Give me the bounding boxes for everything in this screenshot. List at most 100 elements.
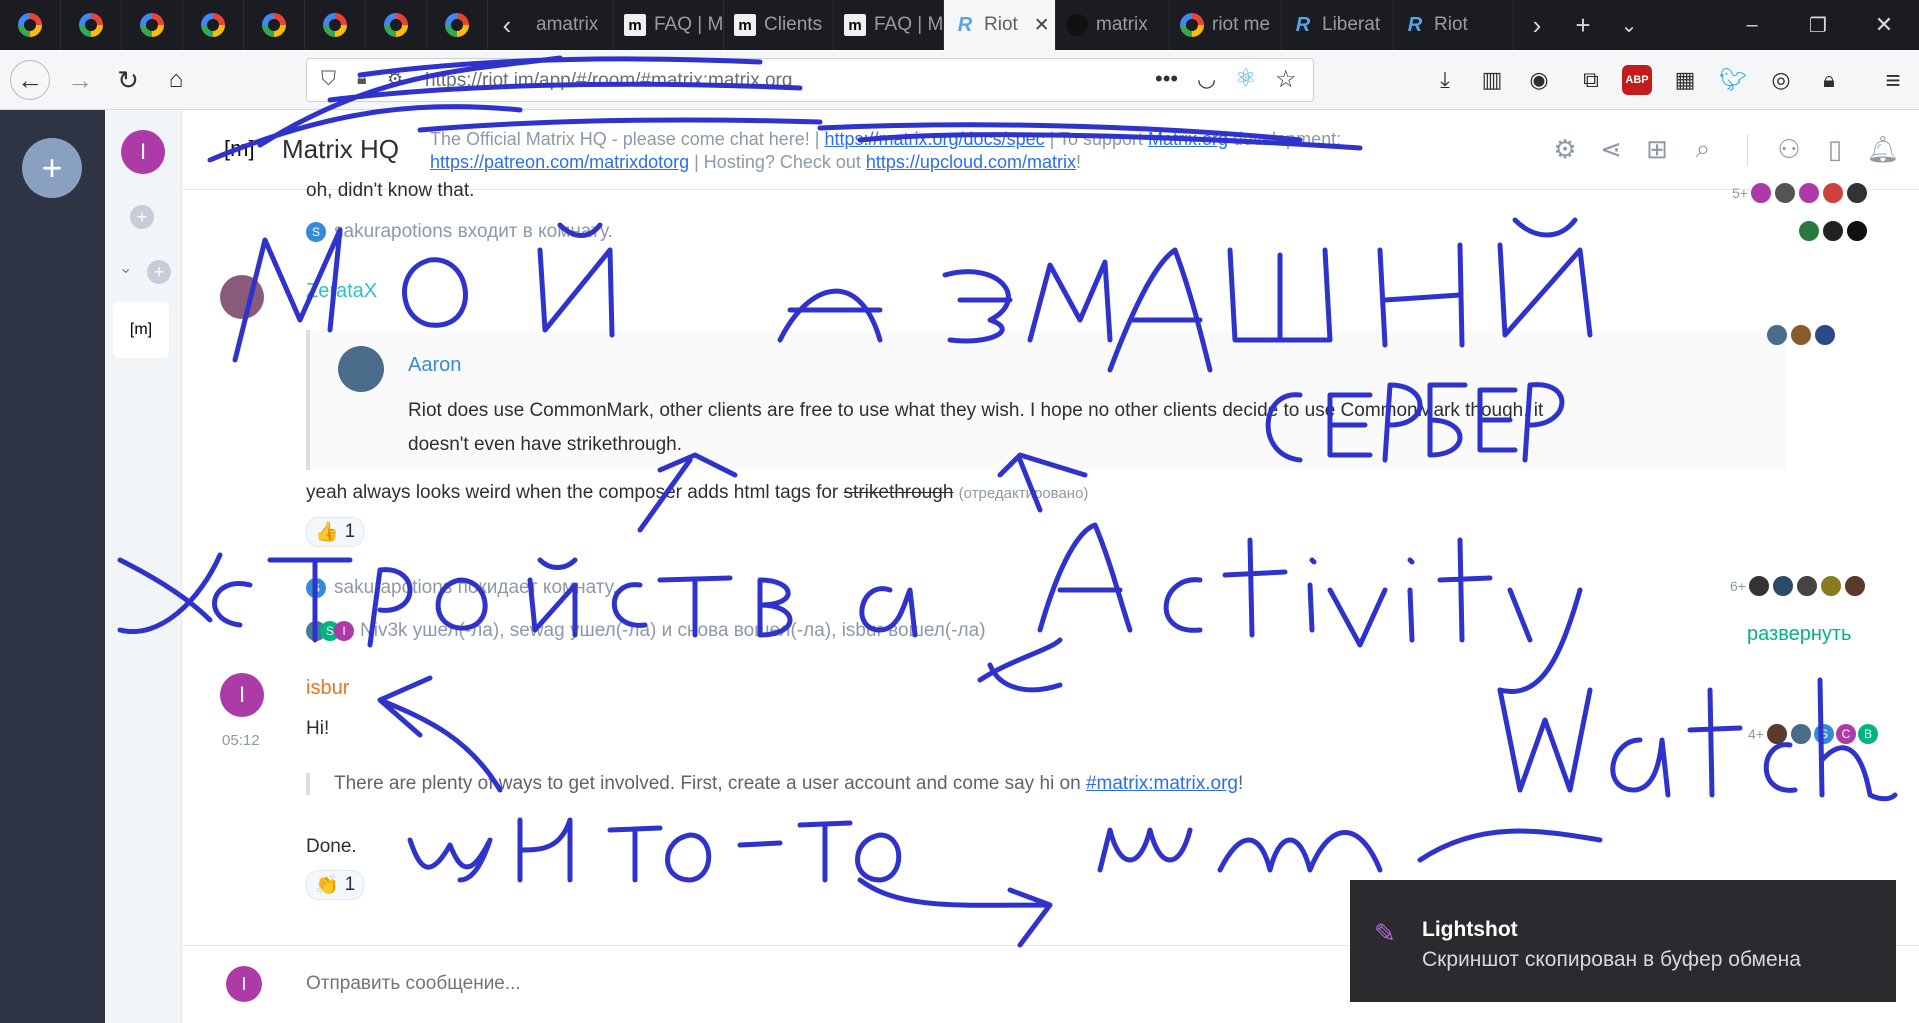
padlock-extension-icon[interactable]: 🔒︎ — [1814, 65, 1844, 95]
read-receipts[interactable]: 6+ — [1730, 575, 1866, 597]
tab-label: matrix — [1096, 14, 1148, 35]
zeratax-avatar[interactable] — [220, 275, 264, 319]
tab-faq-1[interactable]: m FAQ | M — [614, 0, 724, 50]
bookmark-star-icon[interactable]: ☆ — [1275, 65, 1297, 94]
add-icon[interactable]: + — [147, 260, 171, 284]
create-group-button[interactable]: + — [22, 138, 82, 198]
room-link[interactable]: #matrix:matrix.org — [1086, 773, 1238, 794]
tab-google-8[interactable] — [427, 0, 488, 50]
google-icon — [445, 13, 469, 37]
extension-icon[interactable]: ◎ — [1766, 65, 1796, 95]
tab-google-riot[interactable]: riot me — [1170, 0, 1282, 50]
composer-avatar: I — [226, 966, 262, 1002]
tab-google-6[interactable] — [305, 0, 366, 50]
tab-google-4[interactable] — [183, 0, 244, 50]
tab-google-3[interactable] — [122, 0, 183, 50]
tab-faq-2[interactable]: m FAQ | M — [834, 0, 944, 50]
tab-label: FAQ | M — [654, 14, 724, 35]
search-icon[interactable]: ⌕ — [1688, 133, 1718, 164]
notifications-bell-icon[interactable]: 🔔︎ — [1867, 134, 1900, 164]
minimize-button[interactable]: – — [1724, 0, 1780, 50]
topic-link-spec[interactable]: https://matrix.org/docs/spec — [825, 129, 1045, 149]
tabs-scroll-right-button[interactable]: › — [1514, 0, 1560, 50]
message-input[interactable] — [306, 966, 1306, 1002]
new-tab-button[interactable]: + — [1560, 0, 1606, 50]
address-bar[interactable]: ⛉ 🔒︎ ⚙ https://riot.im/app/#/room/#matri… — [306, 58, 1314, 102]
sender-name[interactable]: isbur — [306, 677, 349, 700]
tabs-scroll-left-button[interactable]: ‹ — [488, 0, 526, 50]
topic-link-upcloud[interactable]: https://upcloud.com/matrix — [866, 152, 1076, 172]
settings-gear-icon[interactable]: ⚙ — [1550, 134, 1580, 164]
restore-button[interactable]: ❐ — [1790, 0, 1846, 50]
library-icon[interactable]: ▥ — [1477, 65, 1507, 95]
tab-label: Clients — [764, 14, 823, 35]
hamburger-menu-icon[interactable]: ≡ — [1878, 65, 1908, 95]
tab-google-5[interactable] — [244, 0, 305, 50]
back-button[interactable]: ← — [10, 60, 50, 100]
react-devtools-icon[interactable]: ⚛ — [1235, 64, 1257, 93]
read-receipts[interactable]: 4+ S C B — [1748, 723, 1878, 745]
room-avatar[interactable]: [m] — [224, 136, 255, 162]
tab-liberat[interactable]: R Liberat — [1282, 0, 1394, 50]
tab-label: Riot — [1434, 14, 1468, 35]
tab-google-1[interactable] — [0, 0, 61, 50]
github-icon — [1066, 14, 1088, 36]
tab-google-2[interactable] — [61, 0, 122, 50]
reaction-thumbs-up[interactable]: 👍 1 — [306, 517, 365, 547]
reload-button[interactable]: ↻ — [108, 60, 148, 100]
receipt-avatar — [1819, 575, 1842, 597]
sender-name[interactable]: ZerataX — [306, 280, 377, 303]
shield-icon[interactable]: ⛉ — [321, 68, 336, 91]
page-actions-icon[interactable]: ••• — [1155, 66, 1178, 92]
tab-riot-active[interactable]: R Riot ✕ — [944, 0, 1056, 50]
user-avatar[interactable]: I — [121, 130, 165, 174]
apps-icon[interactable]: ▦ — [1670, 65, 1700, 95]
room-name[interactable]: Matrix HQ — [282, 134, 399, 165]
url-text[interactable]: https://riot.im/app/#/room/#matrix:matri… — [425, 70, 792, 92]
reaction-clap[interactable]: 👏 1 — [306, 870, 365, 900]
tab-clients[interactable]: m Clients — [724, 0, 834, 50]
forward-button[interactable]: → — [60, 60, 100, 100]
share-icon[interactable]: ⋖ — [1596, 134, 1626, 164]
downloads-icon[interactable]: ⤓ — [1430, 65, 1460, 95]
pocket-icon[interactable]: ◡ — [1197, 66, 1216, 92]
edited-marker[interactable]: (отредактировано) — [959, 485, 1089, 502]
expand-button[interactable]: развернуть — [1747, 623, 1851, 646]
isbur-avatar[interactable]: I — [220, 673, 264, 717]
tab-github-matrix[interactable]: matrix — [1056, 0, 1170, 50]
account-icon[interactable]: ◉ — [1524, 65, 1554, 95]
members-icon[interactable]: ⚇ — [1774, 134, 1804, 164]
reply-quote[interactable]: Aaron Riot does use CommonMark, other cl… — [306, 330, 1786, 470]
tab-riot-2[interactable]: R Riot — [1394, 0, 1514, 50]
tab-google-7[interactable] — [366, 0, 427, 50]
google-icon — [79, 13, 103, 37]
read-receipts[interactable]: 5+ — [1732, 182, 1868, 204]
member-avatar: I — [334, 621, 354, 641]
topic-text: | To support — [1044, 129, 1148, 149]
summary-text: Niv3k ушел(-ла), sewag ушел(-ла) и снова… — [360, 620, 986, 641]
close-window-button[interactable]: ✕ — [1856, 0, 1912, 50]
list-tabs-chevron-icon[interactable]: ⌄ — [1606, 0, 1652, 50]
read-receipts[interactable] — [1798, 220, 1868, 242]
home-button[interactable]: ⌂ — [156, 60, 196, 100]
chevron-down-icon[interactable]: ⌄ — [119, 258, 132, 278]
adblock-icon[interactable]: ABP — [1622, 65, 1652, 95]
lightshot-notification[interactable]: ✎ Lightshot Скриншот скопирован в буфер … — [1350, 880, 1896, 1002]
permissions-icon[interactable]: ⚙ — [387, 69, 403, 90]
topic-link-matrix[interactable]: Matrix.org — [1148, 129, 1228, 149]
add-room-button[interactable]: + — [130, 205, 154, 229]
quote-sender-name: Aaron — [408, 354, 462, 376]
container-icon[interactable]: ⧉ — [1576, 65, 1606, 95]
room-tile-matrix-hq[interactable]: [m] — [113, 302, 169, 358]
receipt-avatar — [1766, 324, 1788, 346]
riot-icon: R — [957, 13, 973, 36]
lock-icon[interactable]: 🔒︎ — [357, 68, 367, 89]
close-tab-icon[interactable]: ✕ — [1034, 14, 1050, 37]
twitter-icon[interactable]: 🐦︎ — [1718, 65, 1748, 95]
member-avatar: S — [306, 578, 326, 598]
apps-grid-icon[interactable]: ⊞ — [1642, 134, 1672, 164]
files-icon[interactable]: ▯ — [1820, 134, 1850, 164]
read-receipts[interactable] — [1766, 324, 1836, 346]
tab-amatrix[interactable]: amatrix — [526, 0, 614, 50]
topic-link-patreon[interactable]: https://patreon.com/matrixdotorg — [430, 152, 689, 172]
